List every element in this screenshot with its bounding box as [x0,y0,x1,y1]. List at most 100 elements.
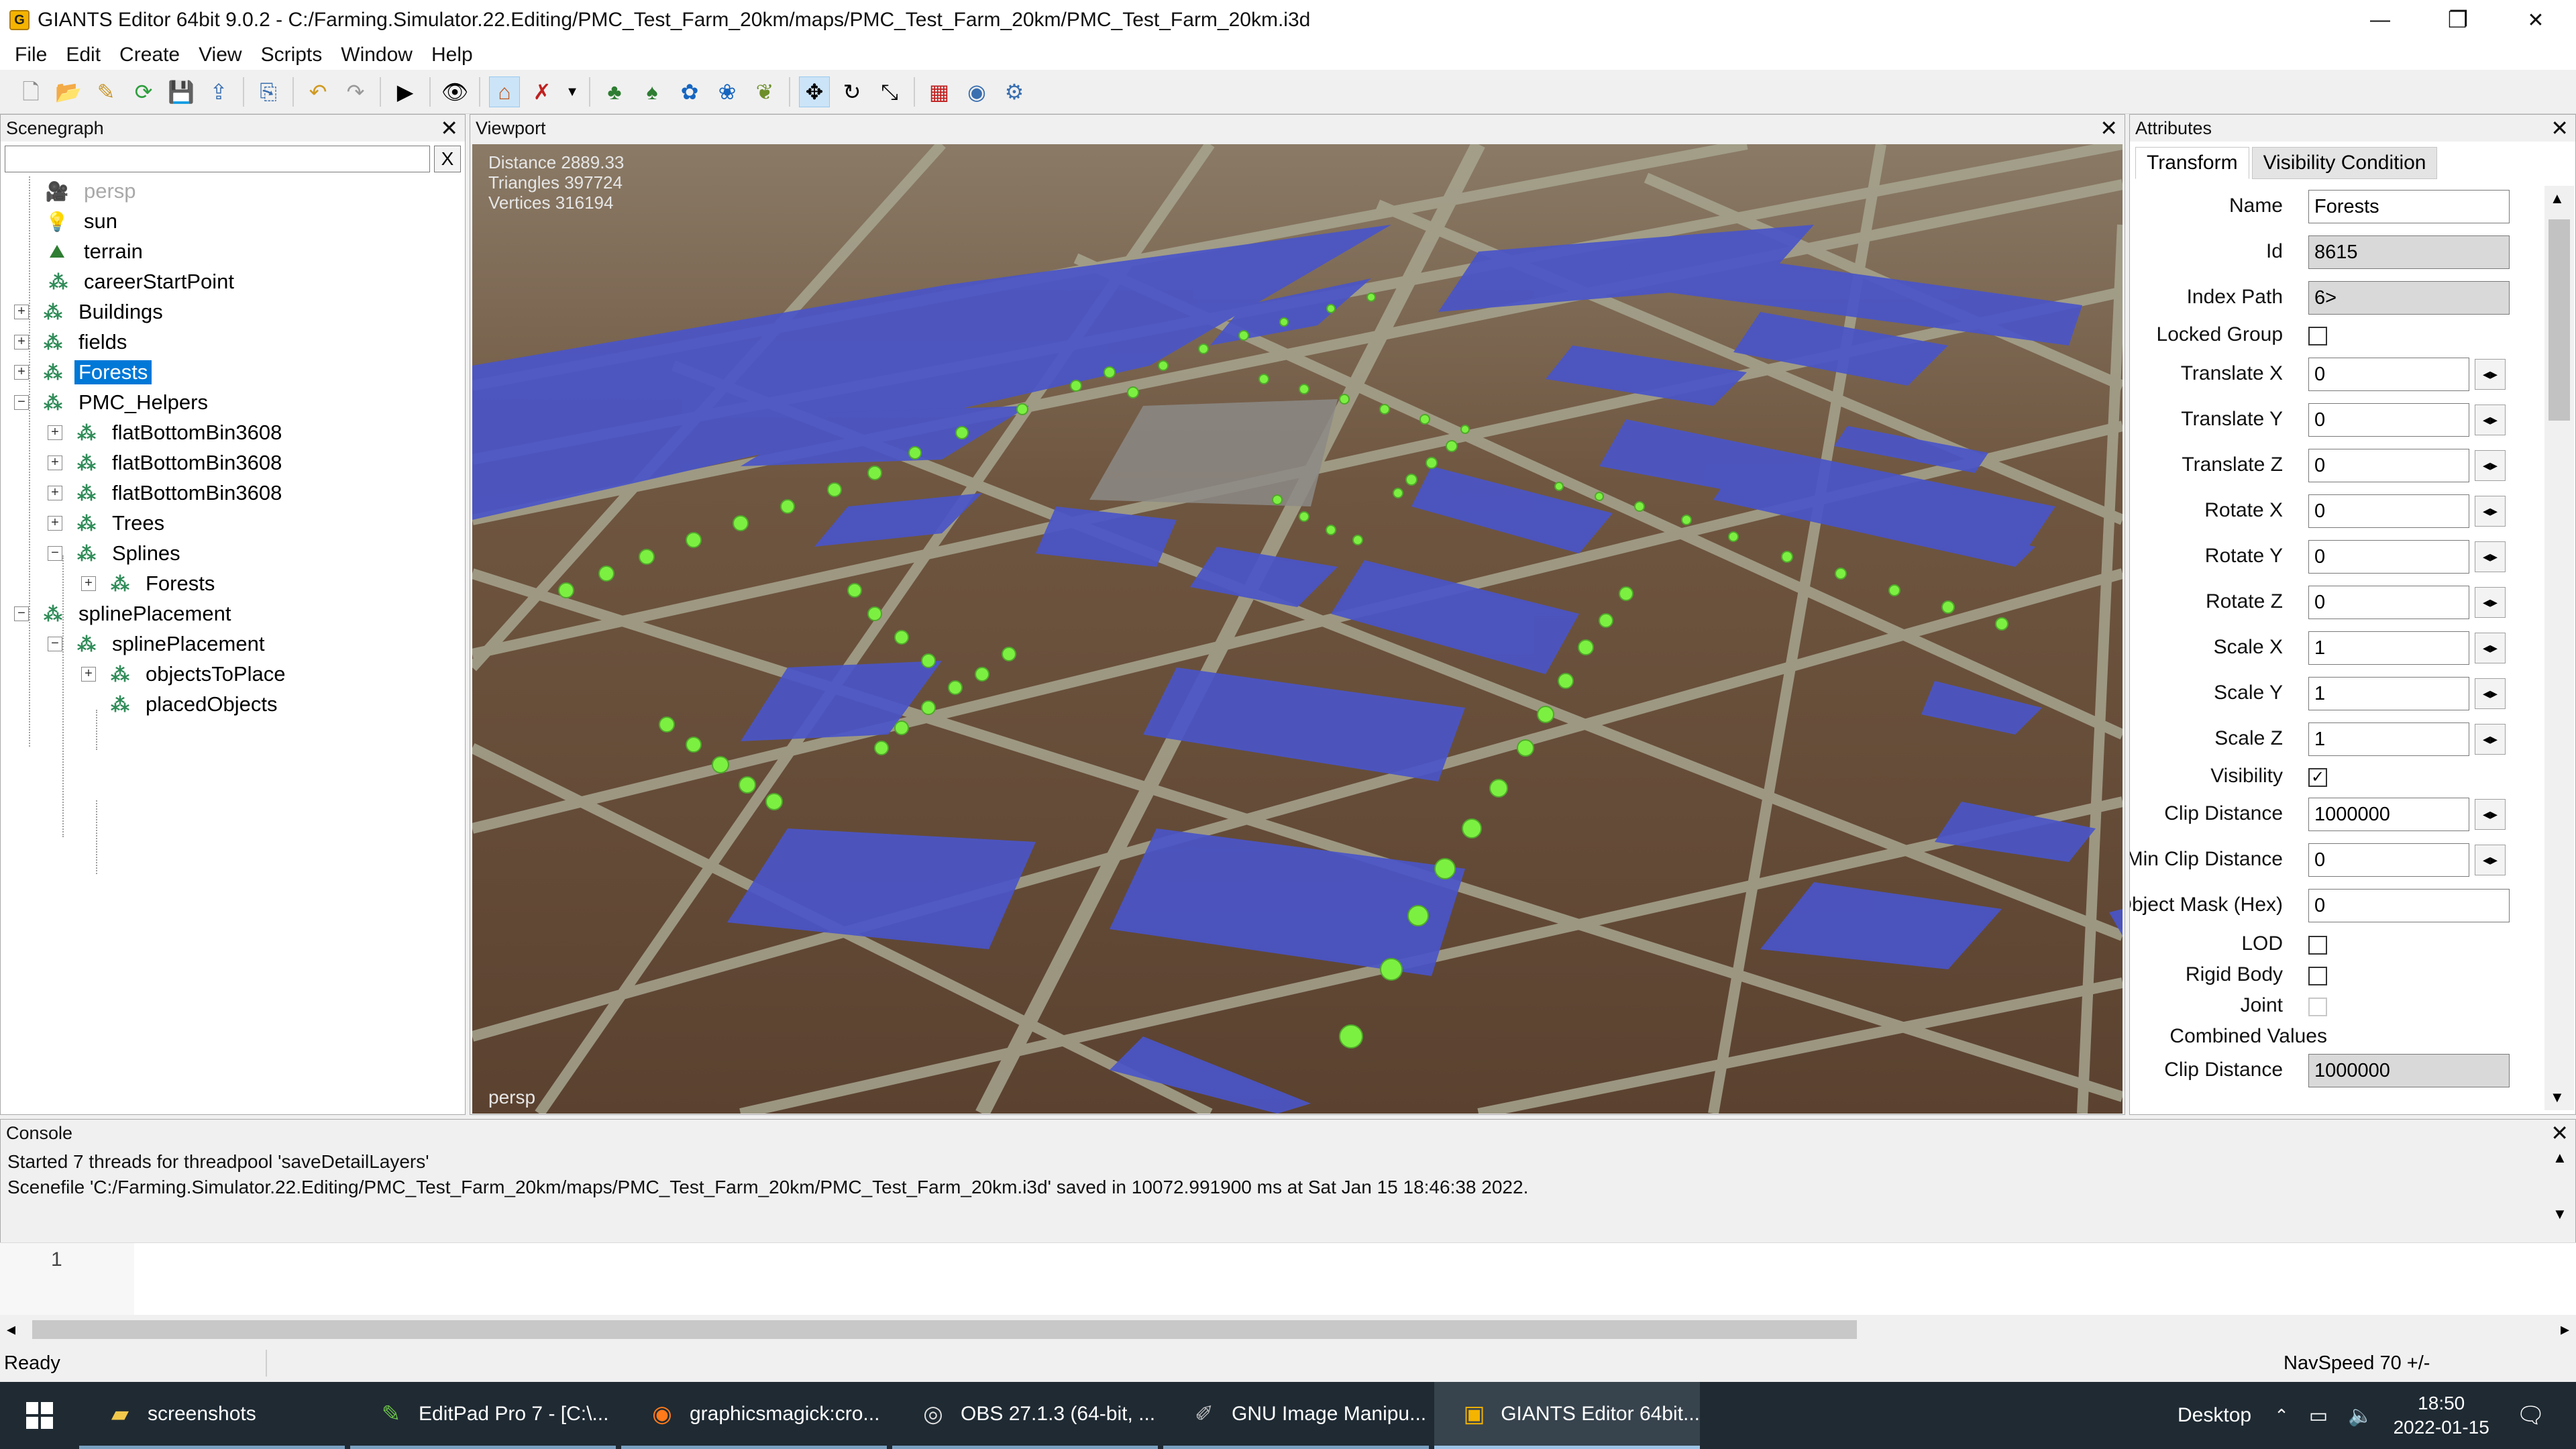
close-icon[interactable]: ✕ [2100,115,2118,142]
rotate-y-field[interactable]: 0 [2308,540,2469,574]
menu-scripts[interactable]: Scripts [261,44,323,66]
open-folder-icon[interactable]: 📂 [53,76,84,107]
translate-x-slider-icon[interactable]: ◂▸ [2475,359,2506,390]
import-icon[interactable]: ⎘ [253,76,284,107]
lod-checkbox[interactable] [2308,936,2327,955]
tree-node[interactable]: + ⁂ flatBottomBin3608 [48,448,286,478]
taskbar-app-obs[interactable]: ◎ OBS 27.1.3 (64-bit, ... [892,1382,1158,1449]
translate-z-field[interactable]: 0 [2308,449,2469,482]
taskbar-app-firefox[interactable]: ◉ graphicsmagick:cro... [621,1382,887,1449]
save-as-icon[interactable]: ⇪ [203,76,234,107]
editor-horizontal-scrollbar[interactable]: ◂ ▸ [0,1315,2576,1344]
tree-node[interactable]: + ⁂ flatBottomBin3608 [48,478,286,508]
expand-icon[interactable]: + [14,305,29,319]
foliage-paint-icon[interactable]: ✿ [674,76,705,107]
taskbar-app-screenshots[interactable]: ▰ screenshots [79,1382,345,1449]
move-icon[interactable]: ✥ [799,76,830,107]
scale-y-slider-icon[interactable]: ◂▸ [2475,678,2506,709]
tree-node[interactable]: + ⁂ fields [14,327,131,357]
tree-node-selected[interactable]: + ⁂ Forests [14,358,152,387]
minimize-button[interactable]: — [2341,0,2419,40]
tree-node[interactable]: + ⁂ flatBottomBin3608 [48,418,286,447]
translate-y-field[interactable]: 0 [2308,403,2469,437]
windows-start-icon[interactable] [0,1382,79,1449]
scale-x-slider-icon[interactable]: ◂▸ [2475,633,2506,663]
tab-transform[interactable]: Transform [2135,147,2249,179]
collapse-icon[interactable]: − [48,546,62,561]
tree-node[interactable]: ⁂ careerStartPoint [19,267,238,297]
clock[interactable]: 18:50 2022-01-15 [2394,1391,2489,1440]
no-collision-icon[interactable]: ✗ [527,76,557,107]
console-scrollbar[interactable]: ▲ ▼ [2547,1149,2574,1223]
close-icon[interactable]: ✕ [2551,115,2569,142]
scroll-left-icon[interactable]: ◂ [7,1319,15,1340]
clip-distance-field[interactable]: 1000000 [2308,798,2469,831]
tree-node[interactable]: − ⁂ PMC_Helpers [14,388,212,417]
scale-z-slider-icon[interactable]: ◂▸ [2475,724,2506,755]
scroll-right-icon[interactable]: ▸ [2561,1319,2569,1340]
close-icon[interactable]: ✕ [2551,1120,2569,1146]
restore-button[interactable]: ❐ [2419,0,2497,40]
tree-node[interactable]: + ⁂ Forests [81,569,219,598]
scale-z-field[interactable]: 1 [2308,722,2469,756]
min-clip-distance-field[interactable]: 0 [2308,843,2469,877]
globe-icon[interactable]: ◉ [961,76,992,107]
expand-icon[interactable]: + [48,516,62,531]
scenegraph-filter-input[interactable] [5,146,430,172]
terrain-sculpt-icon[interactable]: ♣ [599,76,630,107]
visibility-checkbox[interactable]: ✓ [2308,768,2327,787]
rotate-z-field[interactable]: 0 [2308,586,2469,619]
clip-distance-slider-icon[interactable]: ◂▸ [2475,799,2506,830]
tab-visibility-condition[interactable]: Visibility Condition [2251,147,2438,179]
tree-node[interactable]: ⁂ placedObjects [81,690,281,719]
viewport-3d-view[interactable]: Distance 2889.33 Triangles 397724 Vertic… [472,144,2123,1114]
tree-node[interactable]: + ⁂ objectsToPlace [81,659,290,689]
min-clip-distance-slider-icon[interactable]: ◂▸ [2475,845,2506,875]
menu-edit[interactable]: Edit [66,44,101,66]
settings-globe-icon[interactable]: ⚙ [999,76,1030,107]
rotate-icon[interactable]: ↻ [837,76,867,107]
eye-icon[interactable]: 👁 [439,76,470,107]
expand-icon[interactable]: + [14,365,29,380]
cube-icon[interactable]: ▦ [924,76,955,107]
tree-node[interactable]: + ⁂ Trees [48,508,168,538]
translate-x-field[interactable]: 0 [2308,358,2469,391]
expand-icon[interactable]: + [48,486,62,500]
menu-window[interactable]: Window [341,44,413,66]
close-icon[interactable]: ✕ [440,115,458,142]
rigid-body-checkbox[interactable] [2308,967,2327,985]
network-icon[interactable]: ▭ [2309,1404,2328,1428]
taskbar-app-giants-editor[interactable]: ▣ GIANTS Editor 64bit... [1434,1382,1700,1449]
menu-view[interactable]: View [199,44,241,66]
tree-paint-icon[interactable]: ❦ [749,76,780,107]
home-icon[interactable]: ⌂ [489,76,520,107]
rotate-z-slider-icon[interactable]: ◂▸ [2475,587,2506,618]
expand-icon[interactable]: + [81,667,96,682]
tree-node[interactable]: − ⁂ Splines [48,539,184,568]
scroll-thumb[interactable] [2548,219,2570,421]
collapse-icon[interactable]: − [14,606,29,621]
expand-icon[interactable]: + [81,576,96,591]
menu-help[interactable]: Help [431,44,473,66]
volume-icon[interactable]: 🔈 [2348,1404,2373,1428]
play-icon[interactable]: ▶ [390,76,421,107]
expand-icon[interactable]: + [48,455,62,470]
desktop-toolbar[interactable]: Desktop [2178,1404,2251,1427]
scroll-down-icon[interactable]: ▼ [2553,1205,2567,1223]
foliage-brush-icon[interactable]: ❀ [712,76,743,107]
scroll-thumb[interactable] [32,1320,1857,1339]
scroll-up-icon[interactable]: ▲ [2553,1149,2567,1167]
taskbar-app-editpad[interactable]: ✎ EditPad Pro 7 - [C:\... [350,1382,616,1449]
chevron-down-icon[interactable]: ▼ [564,76,580,107]
menu-create[interactable]: Create [119,44,180,66]
collapse-icon[interactable]: − [14,395,29,410]
notification-icon[interactable]: 🗨 [2516,1402,2545,1429]
tree-node[interactable]: + ⁂ Buildings [14,297,167,327]
reload-icon[interactable]: ⟳ [128,76,159,107]
translate-z-slider-icon[interactable]: ◂▸ [2475,450,2506,481]
undo-icon[interactable]: ↶ [303,76,333,107]
chevron-up-icon[interactable]: ⌃ [2274,1405,2289,1426]
edit-file-icon[interactable]: ✎ [91,76,121,107]
tree-node[interactable]: 💡 sun [19,207,121,236]
scale-x-field[interactable]: 1 [2308,631,2469,665]
